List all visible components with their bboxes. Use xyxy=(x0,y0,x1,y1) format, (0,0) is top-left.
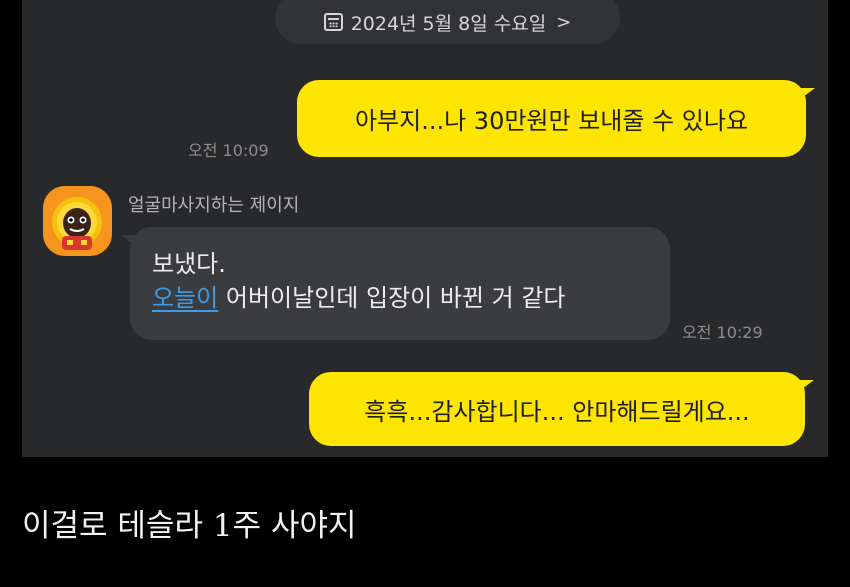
message-line: 오늘이 어버이날인데 입장이 바뀐 거 같다 xyxy=(152,281,670,315)
date-label: 2024년 5월 8일 수요일 xyxy=(350,12,547,35)
chevron-right-icon: > xyxy=(556,11,572,33)
message-text: 어버이날인데 입장이 바뀐 거 같다 xyxy=(218,284,566,312)
message-line: 보냈다. xyxy=(152,250,226,278)
calendar-icon xyxy=(323,13,343,31)
date-header[interactable]: 2024년 5월 8일 수요일 > xyxy=(275,0,620,44)
bubble-tail xyxy=(799,88,815,100)
message-time: 오전 10:09 xyxy=(188,141,269,160)
avatar-character-icon xyxy=(52,197,102,250)
my-message-bubble[interactable]: 아부지...나 30만원만 보내줄 수 있나요 xyxy=(297,80,815,157)
bubble-tail xyxy=(121,235,137,247)
my-message-bubble[interactable]: 흑흑...감사합니다... 안마해드릴게요... xyxy=(309,372,814,446)
message-link[interactable]: 오늘이 xyxy=(152,284,218,312)
message-text: 아부지...나 30만원만 보내줄 수 있나요 xyxy=(354,107,749,135)
post-caption: 이걸로 테슬라 1주 사야지 xyxy=(22,508,357,544)
avatar[interactable] xyxy=(43,186,112,256)
bubble-tail xyxy=(798,380,814,392)
message-time: 오전 10:29 xyxy=(682,323,763,342)
sender-name: 얼굴마사지하는 제이지 xyxy=(128,195,300,216)
chat-room[interactable]: 2024년 5월 8일 수요일 > 아부지...나 30만원만 보내줄 수 있나… xyxy=(22,0,828,457)
message-text: 흑흑...감사합니다... 안마해드릴게요... xyxy=(364,397,750,426)
received-message-bubble[interactable]: 보냈다. 오늘이 어버이날인데 입장이 바뀐 거 같다 xyxy=(121,227,670,340)
screenshot-page: 2024년 5월 8일 수요일 > 아부지...나 30만원만 보내줄 수 있나… xyxy=(0,0,850,587)
